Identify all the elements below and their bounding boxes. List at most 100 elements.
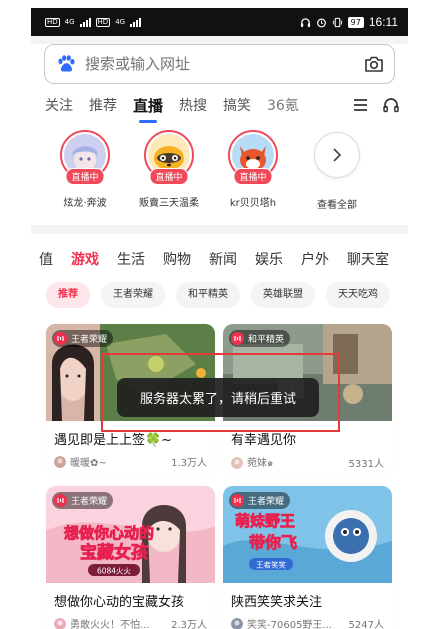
thumb-text: 萌妹野王 [235,512,295,530]
tabs-actions [339,86,408,124]
hd-indicator: HD [45,17,60,27]
camera-icon[interactable] [362,52,386,76]
streamer-item[interactable]: 直播中 kr贝贝塔h [211,130,295,225]
avatar [231,456,243,469]
thumb-tag: 王者笑笑 [256,560,286,570]
tab-follow[interactable]: 关注 [45,95,73,115]
hd-indicator: HD [95,17,111,27]
signal-bars-icon [79,17,91,27]
menu-icon[interactable] [353,98,368,112]
streamer-avatar-ring: 直播中 [60,130,110,185]
streamer-name: 炫龙·奔波 [63,198,107,209]
streamer-name: 贩賣三天温柔 [139,198,199,209]
game-tag-label: 王者荣耀 [71,335,108,345]
thumb-tag: 6084火火 [97,567,132,576]
card-meta: 笑笑-70605野王... 5247人 [223,610,392,629]
category-tab-game[interactable]: 游戏 [71,249,99,269]
tab-funny[interactable]: 搞笑 [223,95,251,115]
chip-recommend[interactable]: 推荐 [46,282,90,308]
live-card-grid: 王者荣耀 遇见即是上上签🍀~ 暖暖✿~ 1.3万人 和平精英 有幸遇见你 菀妹๑… [31,316,408,629]
subcategory-chips: 推荐 王者荣耀 和平精英 英雄联盟 天天吃鸡 [31,274,408,316]
tab-recommend[interactable]: 推荐 [89,95,117,115]
avatar [231,617,243,629]
card-meta: 暖暖✿~ 1.3万人 [46,448,215,469]
uploader-name: 暖暖✿~ [70,458,107,469]
category-tab[interactable]: 新闻 [209,249,237,269]
phone-screen: HD 4G HD 4G 97 16:11 搜索或输入网址 关注 推荐 直播 热搜… [31,8,408,629]
live-streamers-row: 直播中 炫龙·奔波 直播中 贩賣三天温柔 直播中 kr贝贝塔h 查看全部 [31,124,408,226]
card-title: 有幸遇见你 [231,433,297,448]
uploader: 勇敢火火！不怕... [54,616,150,629]
viewer-count: 5247人 [348,620,384,629]
uploader: 菀妹๑ [231,454,273,471]
category-tab[interactable]: 值 [39,249,53,269]
live-card[interactable]: 想做你心动的 宝藏女孩 6084火火 王者荣耀 想做你心动的宝藏女孩 勇敢火火！… [46,486,215,629]
live-badge: 直播中 [149,168,189,185]
category-tabs: 值 游戏 生活 购物 新闻 娱乐 户外 聊天室 [31,244,408,274]
category-tab[interactable]: 购物 [163,249,191,269]
streamer-item[interactable]: 直播中 炫龙·奔波 [43,130,127,225]
see-all-circle [314,132,360,178]
category-tab[interactable]: 生活 [117,249,145,269]
game-tag-label: 王者荣耀 [248,497,285,507]
see-all-button[interactable]: 查看全部 [295,130,379,225]
streamer-avatar-ring: 直播中 [144,130,194,185]
viewer-count: 2.3万人 [171,620,207,629]
live-icon [231,494,244,507]
card-title: 遇见即是上上签🍀~ [54,433,173,448]
tab-live[interactable]: 直播 [133,95,163,123]
search-input[interactable] [85,55,362,73]
game-tag-label: 和平精英 [248,335,285,345]
game-tag-label: 王者荣耀 [71,497,108,507]
viewer-count: 1.3万人 [171,458,207,469]
card-title: 想做你心动的宝藏女孩 [54,595,185,610]
live-icon [54,332,67,345]
chip[interactable]: 天天吃鸡 [326,282,390,308]
top-tabs: 关注 推荐 直播 热搜 搞笑 36氪 [31,86,408,124]
status-bar: HD 4G HD 4G 97 16:11 [31,8,408,36]
live-icon [54,494,67,507]
content-panel: 值 游戏 生活 购物 新闻 娱乐 户外 聊天室 推荐 王者荣耀 和平精英 英雄联… [31,234,408,629]
card-meta: 菀妹๑ 5331人 [223,448,392,471]
chip[interactable]: 王者荣耀 [101,282,165,308]
vibrate-icon [332,17,342,27]
signal-label: 4G [115,18,126,26]
streamer-avatar-ring: 直播中 [228,130,278,185]
live-badge: 直播中 [65,168,105,185]
search-bar[interactable] [44,44,395,84]
category-tab[interactable]: 聊天室 [347,249,389,269]
chip[interactable]: 和平精英 [176,282,240,308]
header-panel: 关注 推荐 直播 热搜 搞笑 36氪 直播中 炫龙·奔波 [31,44,408,226]
tab-36kr[interactable]: 36氪 [267,95,299,115]
streamer-item[interactable]: 直播中 贩賣三天温柔 [127,130,211,225]
clock: 16:11 [368,15,398,29]
card-title: 陕西笑笑求关注 [231,595,323,610]
tab-hot-search[interactable]: 热搜 [179,95,207,115]
category-tab[interactable]: 户外 [301,249,329,269]
category-tab[interactable]: 娱乐 [255,249,283,269]
avatar [54,455,66,468]
status-left: HD 4G HD 4G [45,17,142,27]
status-right: 97 16:11 [300,15,398,29]
live-card[interactable]: 萌妹野王 带你飞 王者笑笑 王者荣耀 陕西笑笑求关注 笑笑-70605野王... [223,486,392,629]
signal-label: 4G [64,18,75,26]
uploader: 笑笑-70605野王... [231,616,332,629]
avatar [54,617,66,629]
game-tag: 王者荣耀 [52,330,114,347]
thumb-text: 带你飞 [249,533,297,552]
uploader-name: 笑笑-70605野王... [247,620,332,629]
headphones-icon[interactable] [382,97,400,113]
card-thumbnail: 想做你心动的 宝藏女孩 6084火火 王者荣耀 [46,486,215,583]
uploader-name: 菀妹๑ [247,458,274,469]
card-thumbnail: 萌妹野王 带你飞 王者笑笑 王者荣耀 [223,486,392,583]
thumb-text: 宝藏女孩 [80,542,148,563]
uploader: 暖暖✿~ [54,454,107,469]
live-icon [231,332,244,345]
chip[interactable]: 英雄联盟 [251,282,315,308]
streamer-name: kr贝贝塔h [229,198,277,209]
error-toast: 服务器太累了，请稍后重试 [117,378,319,417]
game-tag: 和平精英 [229,330,291,347]
signal-bars-icon [130,17,142,27]
headphones-icon [300,17,310,27]
see-all-label: 查看全部 [317,200,357,211]
